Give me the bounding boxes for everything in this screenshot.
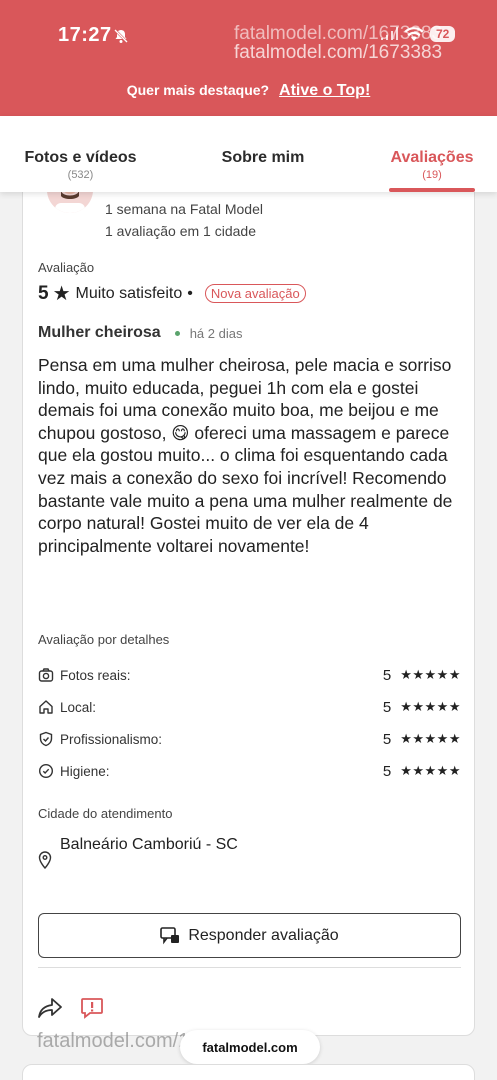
detail-label: Higiene: (60, 763, 110, 779)
tab-label: Fotos e vídeos (24, 149, 137, 166)
divider (38, 967, 461, 968)
reviewer-review-count: 1 avaliação em 1 cidade (105, 223, 256, 239)
details-title: Avaliação por detalhes (38, 632, 170, 647)
share-icon[interactable] (37, 997, 63, 1019)
watermark-text: fatalmodel.com/1673383 (234, 42, 443, 63)
location-pin-icon (38, 851, 52, 869)
detail-label: Local: (60, 699, 97, 715)
separator-dot: • (187, 284, 193, 302)
tab-reviews[interactable]: Avaliações (19) (387, 149, 477, 181)
tab-label: Avaliações (390, 149, 474, 166)
camera-icon (38, 668, 54, 682)
wifi-icon (404, 26, 424, 41)
status-icons: 72 (380, 26, 456, 42)
star-icon: ★ (52, 283, 71, 305)
browser-url: fatalmodel.com (202, 1039, 298, 1055)
detail-score: 5 (382, 698, 392, 716)
promo-bar: Quer mais destaque? Ative o Top! (0, 82, 497, 100)
detail-row-hygiene: Higiene: 5 ★★★★★ (38, 760, 461, 782)
stars-icon: ★★★★★ (400, 731, 461, 746)
bell-off-icon (114, 29, 128, 43)
review-text: Pensa em uma mulher cheirosa, pele macia… (38, 355, 453, 556)
detail-score: 5 (382, 730, 392, 748)
reviewer-tenure: 1 semana na Fatal Model (105, 201, 263, 217)
tab-about-me[interactable]: Sobre mim (216, 149, 310, 167)
top-banner: 17:27 fatalmodel.com/1673383 fatalmodel.… (0, 0, 497, 116)
detail-row-location: Local: 5 ★★★★★ (38, 696, 461, 718)
rating-verdict: Muito satisfeito (75, 284, 183, 302)
chat-reply-icon (160, 926, 180, 944)
home-icon (39, 700, 53, 714)
city-title: Cidade do atendimento (38, 806, 173, 821)
online-dot (174, 330, 180, 336)
new-review-badge: Nova avaliação (204, 284, 306, 303)
city-value: Balneário Camboriú - SC (60, 836, 238, 853)
status-time: 17:27 (58, 24, 112, 46)
reply-review-button[interactable]: Responder avaliação (38, 913, 461, 958)
battery-indicator: 72 (430, 26, 456, 42)
reply-button-label: Responder avaliação (188, 926, 339, 944)
review-time: há 2 dias (189, 325, 243, 341)
detail-label: Fotos reais: (60, 667, 131, 683)
stars-icon: ★★★★★ (400, 667, 461, 682)
active-tab-indicator (389, 188, 475, 192)
check-circle-icon (38, 763, 54, 779)
stars-icon: ★★★★★ (400, 763, 461, 778)
detail-row-professionalism: Profissionalismo: 5 ★★★★★ (38, 728, 461, 750)
detail-score: 5 (382, 762, 392, 780)
tab-label: Sobre mim (221, 149, 305, 166)
stars-icon: ★★★★★ (400, 699, 461, 714)
review-card: 1 semana na Fatal Model 1 avaliação em 1… (22, 167, 475, 1036)
detail-label: Profissionalismo: (60, 731, 163, 747)
tab-photos-videos[interactable]: Fotos e vídeos (532) (22, 149, 139, 181)
detail-row-photos: Fotos reais: 5 ★★★★★ (38, 664, 461, 686)
detail-score: 5 (382, 666, 392, 684)
review-author: Mulher cheirosa (38, 324, 161, 341)
review-author-line: Mulher cheirosa há 2 dias (38, 324, 242, 342)
next-review-card (22, 1064, 475, 1080)
shield-check-icon (39, 731, 53, 747)
tab-count: (19) (422, 169, 442, 181)
browser-url-pill[interactable]: fatalmodel.com (180, 1030, 320, 1064)
promo-text: Quer mais destaque? (126, 82, 270, 98)
rating-section-label: Avaliação (38, 260, 95, 275)
activate-top-link[interactable]: Ative o Top! (279, 82, 370, 99)
tab-count: (532) (67, 169, 94, 181)
rating-summary: 5 ★ Muito satisfeito • Nova avaliação (38, 281, 306, 306)
signal-icon (381, 27, 398, 40)
profile-tabs: Fotos e vídeos (532) Sobre mim Avaliaçõe… (0, 116, 497, 192)
report-icon[interactable] (80, 997, 104, 1019)
rating-score: 5 (38, 282, 49, 304)
